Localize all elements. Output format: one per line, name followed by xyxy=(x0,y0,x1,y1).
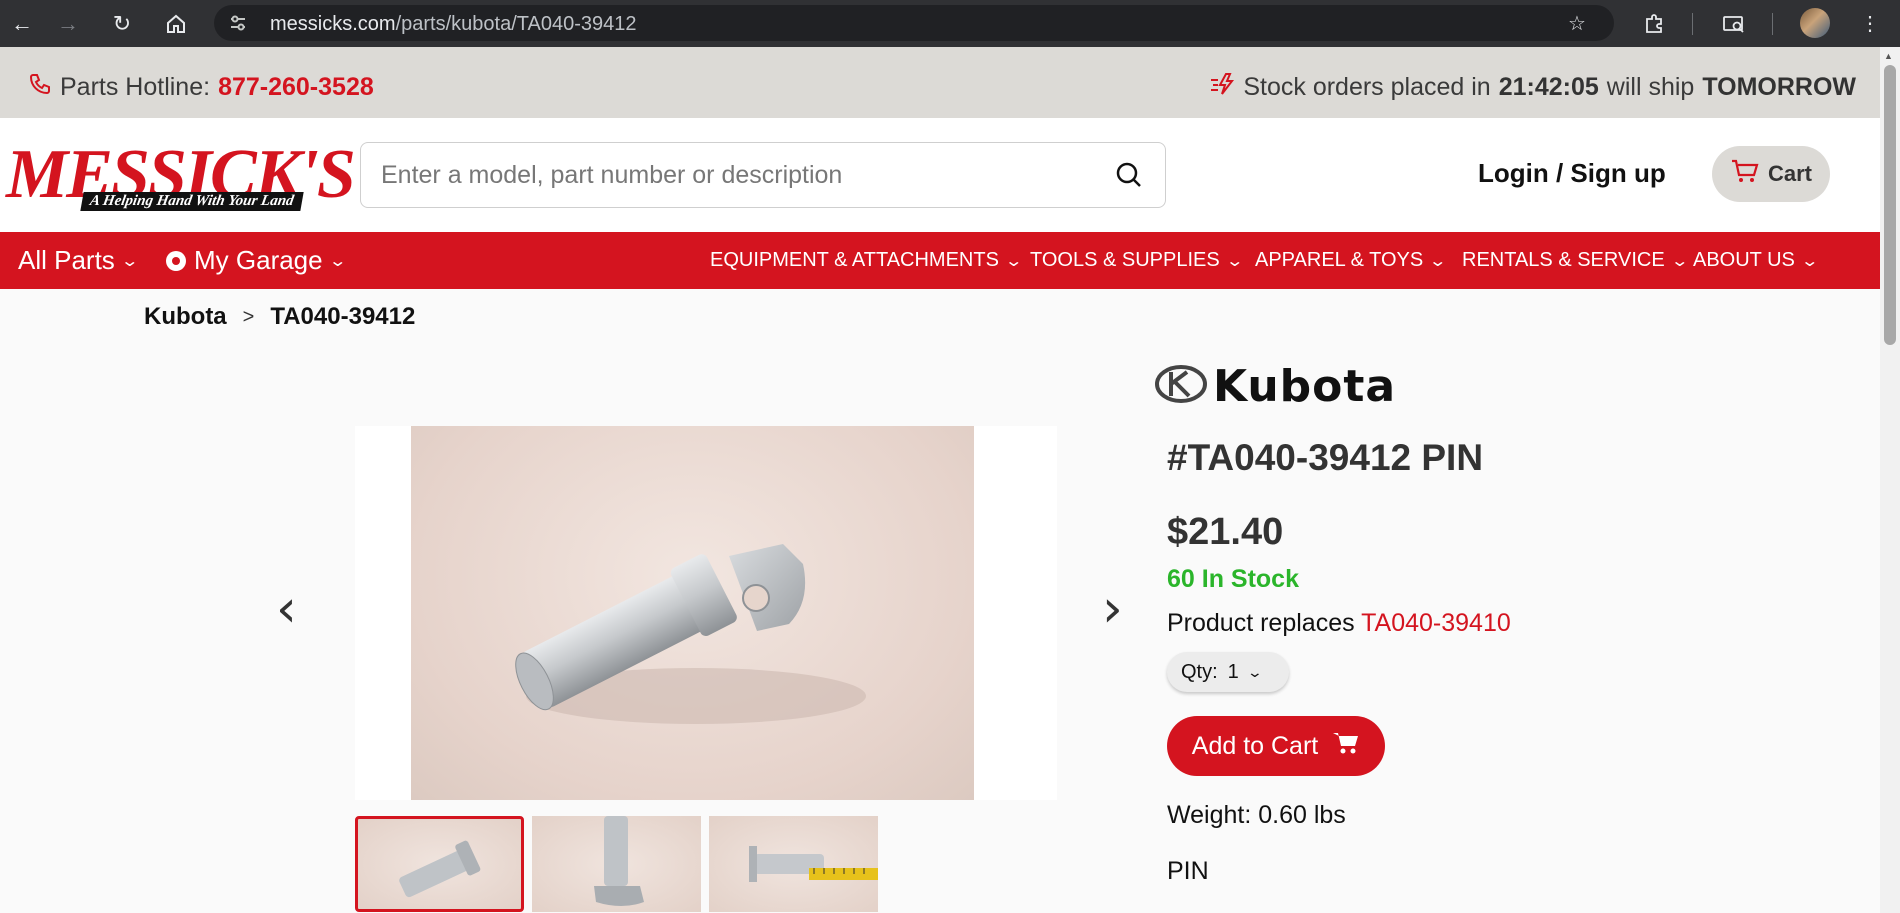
parts-hotline: Parts Hotline: 877-260-3528 xyxy=(28,72,374,103)
product-image-frame xyxy=(355,426,1057,800)
product-photo[interactable] xyxy=(411,426,974,800)
nav-item-label: ABOUT US xyxy=(1693,249,1795,271)
address-bar[interactable]: messicks.com/parts/kubota/TA040-39412 xyxy=(214,5,1614,41)
nav-rentals-service[interactable]: RENTALS & SERVICE ⌄ xyxy=(1462,232,1689,289)
cart-button[interactable]: Cart xyxy=(1712,146,1830,202)
chevron-down-icon: ⌄ xyxy=(1800,252,1819,270)
stock-status: 60 In Stock xyxy=(1167,565,1299,593)
nav-item-label: TOOLS & SUPPLIES xyxy=(1030,249,1220,271)
chevron-down-icon: ⌄ xyxy=(1225,252,1244,270)
profile-avatar[interactable] xyxy=(1800,8,1830,38)
home-icon[interactable] xyxy=(154,0,198,47)
scroll-up-icon[interactable]: ▲ xyxy=(1884,51,1893,61)
url-path: /parts/kubota/TA040-39412 xyxy=(395,13,637,35)
logo-tagline: A Helping Hand With Your Land xyxy=(80,192,304,211)
ship-timer: 21:42:05 xyxy=(1498,73,1599,101)
site-header: MESSICK'S A Helping Hand With Your Land … xyxy=(0,118,1880,232)
ship-day: TOMORROW xyxy=(1702,73,1856,101)
nav-all-parts[interactable]: All Parts ⌄ xyxy=(18,232,139,289)
thumbnail-strip xyxy=(355,816,878,912)
chevron-down-icon: ⌄ xyxy=(1428,252,1448,270)
thumbnail-3[interactable] xyxy=(709,816,878,912)
nav-about-us[interactable]: ABOUT US ⌄ xyxy=(1693,232,1819,289)
chevron-down-icon: ⌄ xyxy=(120,252,139,270)
nav-item-label: EQUIPMENT & ATTACHMENTS xyxy=(710,249,999,271)
chevron-down-icon: ⌄ xyxy=(1246,663,1263,680)
messicks-logo[interactable]: MESSICK'S A Helping Hand With Your Land xyxy=(6,140,356,212)
replaced-part-link[interactable]: TA040-39410 xyxy=(1361,609,1511,637)
ship-prefix: Stock orders placed in xyxy=(1243,73,1491,101)
extensions-icon[interactable] xyxy=(1634,0,1674,47)
shipping-notice: Stock orders placed in 21:42:05 will shi… xyxy=(1209,72,1856,103)
cart-label: Cart xyxy=(1767,161,1812,186)
breadcrumb-kubota[interactable]: Kubota xyxy=(144,303,227,331)
thumbnail-2[interactable] xyxy=(532,816,701,912)
kubota-emblem-icon xyxy=(1155,364,1207,409)
cart-icon xyxy=(1332,730,1360,763)
nav-my-garage-label: My Garage xyxy=(194,245,323,275)
product-page: Kubota > TA040-39412 ‹ › Kubota #TA040-3… xyxy=(0,289,1880,913)
qty-label: Qty: xyxy=(1181,660,1218,683)
product-title: #TA040-39412 PIN xyxy=(1167,437,1484,478)
browser-toolbar: ← → ↻ messicks.com/parts/kubota/TA040-39… xyxy=(0,0,1900,47)
info-bar: Parts Hotline: 877-260-3528 Stock orders… xyxy=(0,47,1880,118)
chevron-down-icon: ⌄ xyxy=(1669,252,1689,270)
page-scrollbar[interactable]: ▲ xyxy=(1880,47,1900,913)
scrollbar-thumb[interactable] xyxy=(1884,65,1896,345)
nav-all-parts-label: All Parts xyxy=(18,245,115,275)
brand-logo[interactable]: Kubota xyxy=(1155,361,1396,412)
product-description: PIN xyxy=(1167,857,1209,885)
brand-name: Kubota xyxy=(1213,361,1397,412)
search-icon[interactable] xyxy=(1111,157,1147,193)
more-menu-icon[interactable]: ⋮ xyxy=(1850,0,1890,47)
replaces-note: Product replaces TA040-39410 xyxy=(1167,609,1511,638)
thumbnail-1[interactable] xyxy=(355,816,524,912)
nav-item-label: RENTALS & SERVICE xyxy=(1462,249,1665,271)
url-domain: messicks.com xyxy=(270,13,396,35)
gallery-next-arrow[interactable]: › xyxy=(1102,579,1123,639)
login-signup-link[interactable]: Login / Sign up xyxy=(1478,158,1666,189)
nav-apparel-toys[interactable]: APPAREL & TOYS ⌄ xyxy=(1255,232,1448,289)
add-to-cart-label: Add to Cart xyxy=(1191,731,1319,760)
toolbar-divider xyxy=(1692,13,1693,35)
chevron-down-icon: ⌄ xyxy=(1004,252,1024,270)
forward-icon[interactable]: → xyxy=(46,0,90,47)
nav-item-label: APPAREL & TOYS xyxy=(1255,249,1424,271)
search-input[interactable] xyxy=(381,157,1081,193)
hotline-number[interactable]: 877-260-3528 xyxy=(218,73,374,102)
nav-equipment-attachments[interactable]: EQUIPMENT & ATTACHMENTS ⌄ xyxy=(710,232,1024,289)
site-info-icon[interactable] xyxy=(228,13,248,38)
nav-tools-supplies[interactable]: TOOLS & SUPPLIES ⌄ xyxy=(1030,232,1244,289)
breadcrumb-current[interactable]: TA040-39412 xyxy=(270,303,415,331)
breadcrumb-separator: > xyxy=(242,305,255,328)
nav-my-garage[interactable]: My Garage ⌄ xyxy=(166,232,347,289)
replaces-label: Product replaces xyxy=(1167,609,1355,637)
quantity-select[interactable]: Qty: 1 ⌄ xyxy=(1167,652,1289,692)
add-to-cart-button[interactable]: Add to Cart xyxy=(1167,716,1385,776)
search-box xyxy=(360,142,1166,208)
cart-icon xyxy=(1730,157,1760,191)
ship-middle: will ship xyxy=(1606,73,1695,101)
main-navigation: All Parts ⌄ My Garage ⌄ EQUIPMENT & ATTA… xyxy=(0,232,1880,289)
hotline-label: Parts Hotline: xyxy=(60,73,211,101)
url-text: messicks.com/parts/kubota/TA040-39412 xyxy=(270,13,636,36)
breadcrumb: Kubota > TA040-39412 xyxy=(144,303,415,331)
gallery-prev-arrow[interactable]: ‹ xyxy=(276,579,297,639)
toolbar-divider xyxy=(1772,13,1773,35)
fast-shipping-icon xyxy=(1209,72,1235,103)
garage-icon xyxy=(166,250,186,271)
product-weight: Weight: 0.60 lbs xyxy=(1167,801,1346,829)
back-icon[interactable]: ← xyxy=(0,0,44,47)
tab-search-icon[interactable] xyxy=(1714,0,1754,47)
chevron-down-icon: ⌄ xyxy=(327,252,347,270)
phone-icon xyxy=(28,72,52,103)
product-price: $21.40 xyxy=(1167,511,1284,553)
qty-value: 1 xyxy=(1227,660,1239,683)
reload-icon[interactable]: ↻ xyxy=(100,0,144,47)
bookmark-star-icon[interactable]: ☆ xyxy=(1557,0,1597,47)
